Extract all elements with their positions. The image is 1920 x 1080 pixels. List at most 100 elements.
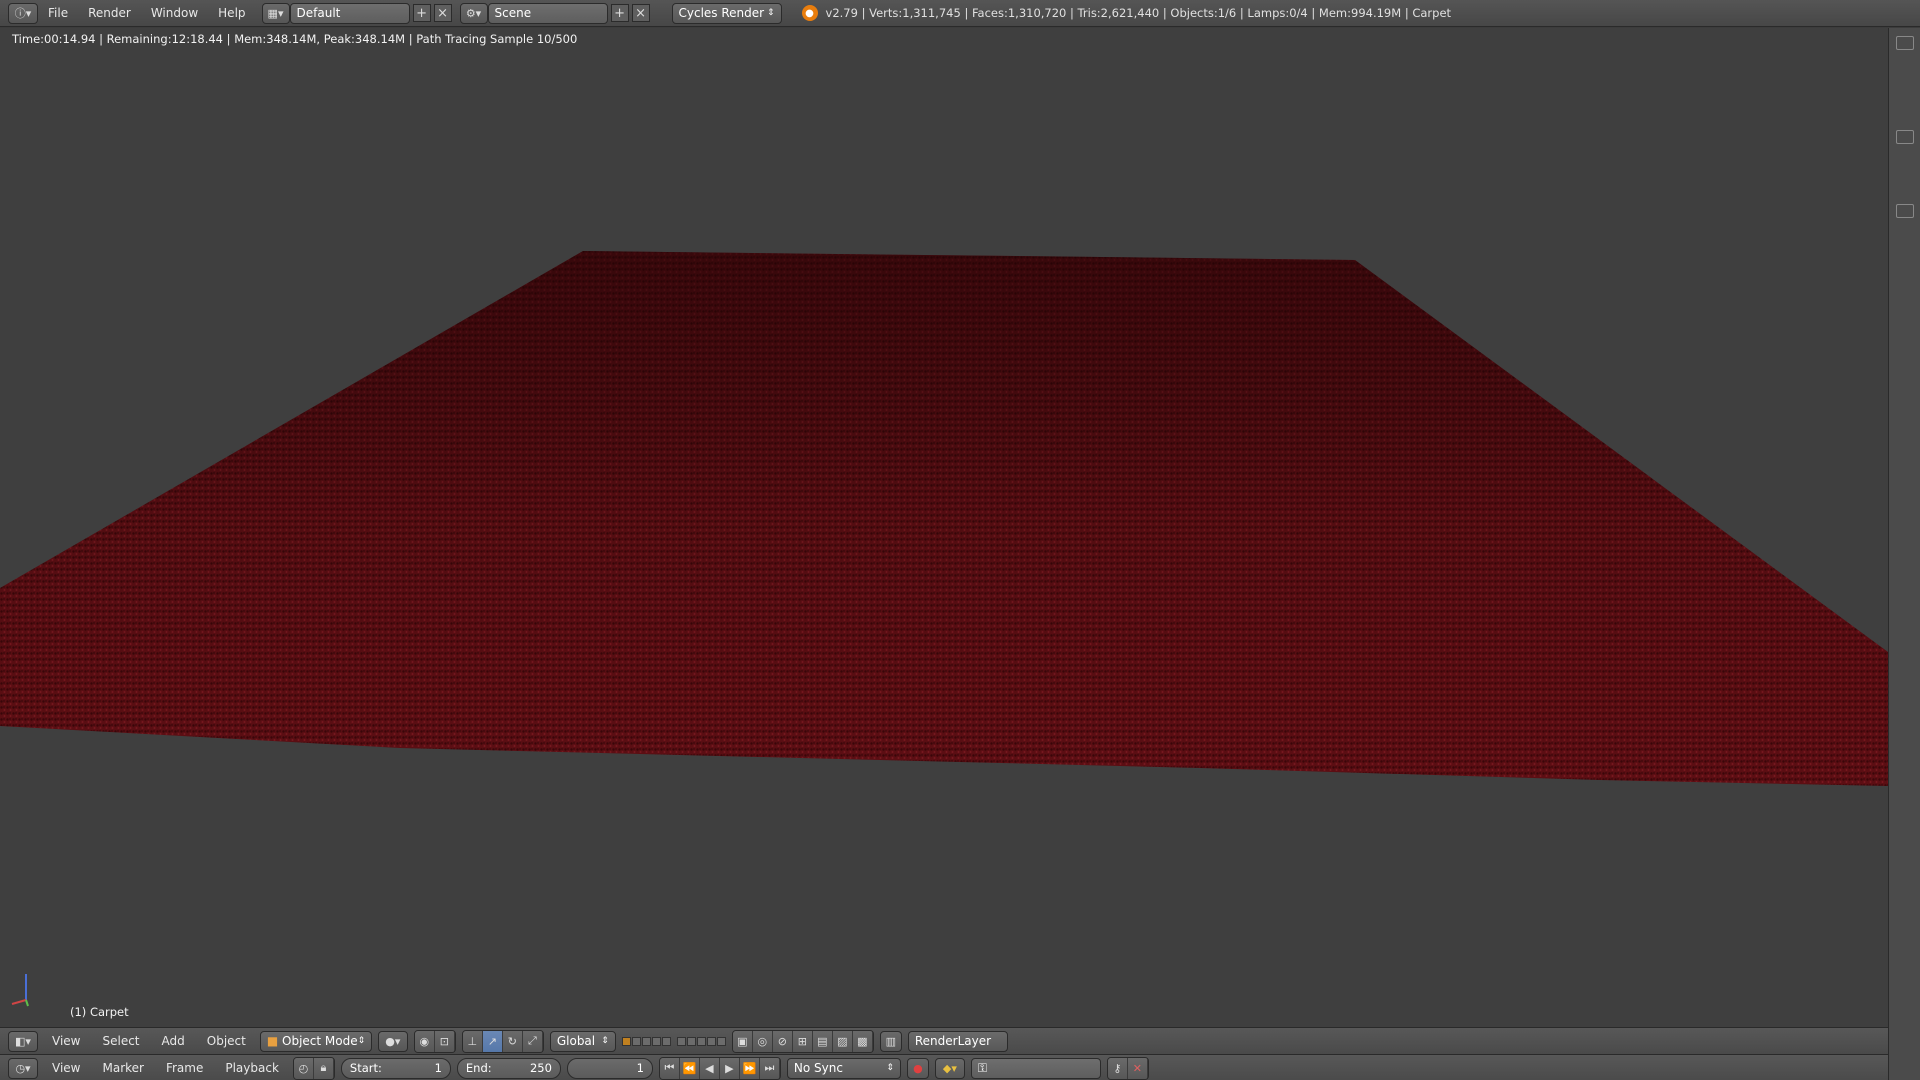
dropdown-arrows-icon: ⇕ — [766, 8, 775, 18]
opengl-anim-icon[interactable]: ▩ — [852, 1030, 873, 1052]
editor-type-3d-button[interactable]: ◧▾ — [8, 1030, 38, 1052]
orientation-label: Global — [556, 1034, 596, 1048]
delete-keyframe-icon[interactable]: ✕ — [1127, 1057, 1148, 1079]
render-layer-label: RenderLayer — [914, 1034, 992, 1048]
end-value: 250 — [529, 1061, 552, 1075]
start-frame-field[interactable]: Start: 1 — [340, 1057, 451, 1079]
keying-set-icon[interactable]: ◆▾ — [934, 1057, 965, 1079]
play-reverse-icon[interactable]: ◀ — [699, 1057, 720, 1079]
menu-add[interactable]: Add — [154, 1034, 193, 1048]
layer-grid-1[interactable] — [621, 1036, 671, 1046]
play-icon[interactable]: ▶ — [719, 1057, 740, 1079]
snap-element-icon[interactable]: ⊞ — [792, 1030, 813, 1052]
manipulator-toggle-icon[interactable]: ⊥ — [462, 1030, 483, 1052]
viewport-shading-button[interactable]: ●▾ — [377, 1030, 408, 1052]
menu-help[interactable]: Help — [208, 0, 255, 27]
lock-range-icon[interactable]: 🔒︎ — [313, 1057, 334, 1079]
timeline-header: ◷▾ View Marker Frame Playback ◴ 🔒︎ Start… — [0, 1054, 1888, 1080]
add-scene-button[interactable]: + — [610, 4, 629, 22]
scale-icon[interactable]: ⤢ — [522, 1030, 543, 1052]
keying-set-field[interactable]: ⚿ — [970, 1057, 1101, 1079]
blender-logo-icon: ● — [801, 5, 818, 21]
properties-icon[interactable] — [1895, 204, 1914, 218]
render-engine-dropdown[interactable]: Cycles Render ⇕ — [671, 2, 782, 24]
menu-playback[interactable]: Playback — [217, 1061, 287, 1075]
prev-keyframe-icon[interactable]: ⏪ — [679, 1057, 700, 1079]
sync-dropdown[interactable]: No Sync ⇕ — [786, 1057, 901, 1079]
scene-name: Scene — [494, 6, 532, 20]
pivot-point-icon[interactable]: ◉ — [414, 1030, 435, 1052]
end-label: End: — [465, 1061, 492, 1075]
translate-icon[interactable]: ↗ — [482, 1030, 503, 1052]
carpet-render — [0, 251, 1888, 786]
scene-field[interactable]: Scene — [487, 2, 608, 24]
dropdown-arrows-icon: ⇕ — [886, 1063, 894, 1073]
add-screen-button[interactable]: + — [412, 4, 431, 22]
menu-frame[interactable]: Frame — [158, 1061, 211, 1075]
render-layer-dropdown[interactable]: RenderLayer — [907, 1030, 1008, 1052]
pivot-snap-group: ◉ ⊡ — [413, 1029, 456, 1053]
menu-select[interactable]: Select — [94, 1034, 147, 1048]
carpet-shading — [0, 251, 1888, 786]
menu-render[interactable]: Render — [78, 0, 141, 27]
menu-marker[interactable]: Marker — [94, 1061, 151, 1075]
proportional-edit-icon[interactable]: ◎ — [752, 1030, 773, 1052]
render-engine-label: Cycles Render — [678, 6, 765, 20]
start-label: Start: — [349, 1061, 382, 1075]
axis-gizmo-icon — [11, 974, 29, 1007]
record-icon[interactable]: ● — [906, 1057, 929, 1079]
editor-type-timeline-button[interactable]: ◷▾ — [8, 1057, 38, 1079]
sync-label: No Sync — [793, 1061, 843, 1075]
right-panel-strip[interactable] — [1888, 28, 1920, 1080]
manipulator-group: ⊥ ↗ ↻ ⤢ — [461, 1029, 544, 1053]
mode-text: Object Mode — [282, 1034, 358, 1048]
lock-layers-icon[interactable]: ▣ — [732, 1030, 753, 1052]
preview-range-icon[interactable]: ◴ — [293, 1057, 314, 1079]
info-header: ⓘ▾ File Render Window Help ▦▾ Default + … — [0, 0, 1920, 27]
render-preview-icon[interactable]: ▤ — [812, 1030, 833, 1052]
key-icon: ⚿ — [977, 1060, 988, 1075]
occlude-geometry-icon[interactable]: ⊡ — [434, 1030, 455, 1052]
object-mode-label: ■ Object Mode — [267, 1034, 358, 1048]
range-toggle-group: ◴ 🔒︎ — [292, 1056, 335, 1080]
menu-window[interactable]: Window — [141, 0, 208, 27]
scene-icon[interactable]: ⚙▾ — [459, 2, 488, 24]
mode-dropdown[interactable]: ■ Object Mode ⇕ — [259, 1030, 372, 1052]
render-status-text: Time:00:14.94 | Remaining:12:18.44 | Mem… — [12, 32, 578, 46]
active-object-label: (1) Carpet — [70, 1005, 129, 1019]
current-frame-field[interactable]: 1 — [566, 1057, 653, 1079]
outliner-icon[interactable] — [1895, 36, 1914, 50]
render-layer-icon[interactable] — [1895, 130, 1914, 144]
snap-icon[interactable]: ⊘ — [772, 1030, 793, 1052]
start-value: 1 — [434, 1061, 442, 1075]
dropdown-arrows-icon: ⇕ — [601, 1036, 609, 1046]
playback-controls: ⏮ ⏪ ◀ ▶ ⏩ ⏭ — [658, 1056, 781, 1080]
jump-end-icon[interactable]: ⏭ — [759, 1057, 780, 1079]
menu-file[interactable]: File — [38, 0, 78, 27]
menu-object[interactable]: Object — [199, 1034, 254, 1048]
dropdown-arrows-icon: ⇕ — [357, 1036, 366, 1046]
menu-view-timeline[interactable]: View — [44, 1061, 88, 1075]
rotate-icon[interactable]: ↻ — [502, 1030, 523, 1052]
header-tools-group: ▣ ◎ ⊘ ⊞ ▤ ▨ ▩ — [731, 1029, 874, 1053]
screen-layout-icon[interactable]: ▦▾ — [261, 2, 290, 24]
editor-type-info-button[interactable]: ⓘ▾ — [8, 2, 38, 24]
end-frame-field[interactable]: End: 250 — [456, 1057, 561, 1079]
next-keyframe-icon[interactable]: ⏩ — [739, 1057, 760, 1079]
scene-stats: v2.79 | Verts:1,311,745 | Faces:1,310,72… — [825, 6, 1452, 20]
keyframe-insert-group: ⚷ ✕ — [1106, 1056, 1149, 1080]
jump-start-icon[interactable]: ⏮ — [659, 1057, 680, 1079]
opengl-render-icon[interactable]: ▨ — [832, 1030, 853, 1052]
orientation-dropdown[interactable]: Global ⇕ — [549, 1030, 616, 1052]
delete-scene-button[interactable]: × — [631, 4, 650, 22]
layer-grid-2[interactable] — [676, 1036, 726, 1046]
3d-view-header: ◧▾ View Select Add Object ■ Object Mode … — [0, 1027, 1888, 1054]
3d-viewport[interactable]: Time:00:14.94 | Remaining:12:18.44 | Mem… — [0, 28, 1888, 1027]
screen-layout-name: Default — [296, 6, 341, 20]
menu-view[interactable]: View — [44, 1034, 88, 1048]
render-layer-icon[interactable]: ▥ — [879, 1030, 902, 1052]
screen-layout-field[interactable]: Default — [289, 2, 410, 24]
current-frame-value: 1 — [636, 1061, 644, 1075]
delete-screen-button[interactable]: × — [433, 4, 452, 22]
insert-keyframe-icon[interactable]: ⚷ — [1107, 1057, 1128, 1079]
